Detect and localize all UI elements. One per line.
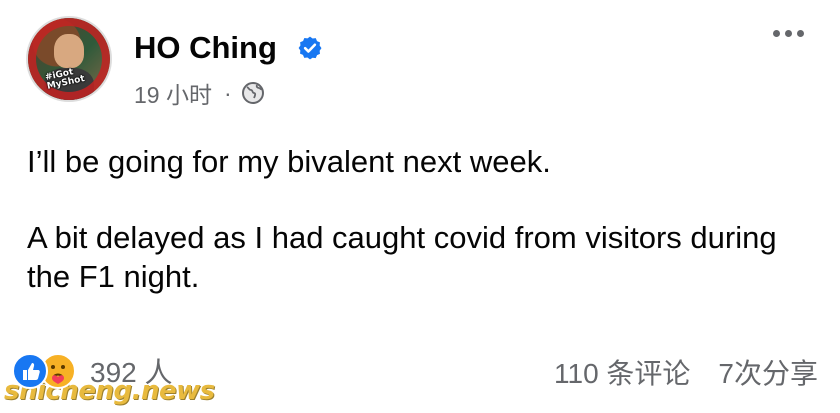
globe-icon[interactable] [241, 81, 265, 105]
more-options-button[interactable] [773, 30, 804, 37]
post-paragraph: I’ll be going for my bivalent next week. [27, 144, 551, 179]
author-avatar[interactable]: #iGot MyShot [26, 16, 112, 102]
post-timestamp[interactable]: 19 小时 [134, 76, 212, 110]
avatar-frame [28, 18, 110, 100]
comments-count-link[interactable]: 110 条评论 [554, 352, 690, 392]
more-dot-icon [773, 30, 780, 37]
engagement-stats: 110 条评论 7次分享 [554, 352, 818, 392]
meta-separator: · [223, 79, 232, 106]
post-paragraph: A bit delayed as I had caught covid from… [27, 220, 777, 294]
author-name[interactable]: HO Ching [134, 30, 277, 66]
shares-count-link[interactable]: 7次分享 [718, 352, 818, 392]
facebook-post: #iGot MyShot HO Ching 19 小时 · I’ll be go… [0, 0, 840, 413]
post-body: I’ll be going for my bivalent next week.… [27, 142, 817, 333]
post-meta: 19 小时 · [134, 76, 265, 110]
like-icon [12, 353, 48, 389]
verified-badge-icon [298, 36, 322, 60]
more-dot-icon [785, 30, 792, 37]
more-dot-icon [797, 30, 804, 37]
